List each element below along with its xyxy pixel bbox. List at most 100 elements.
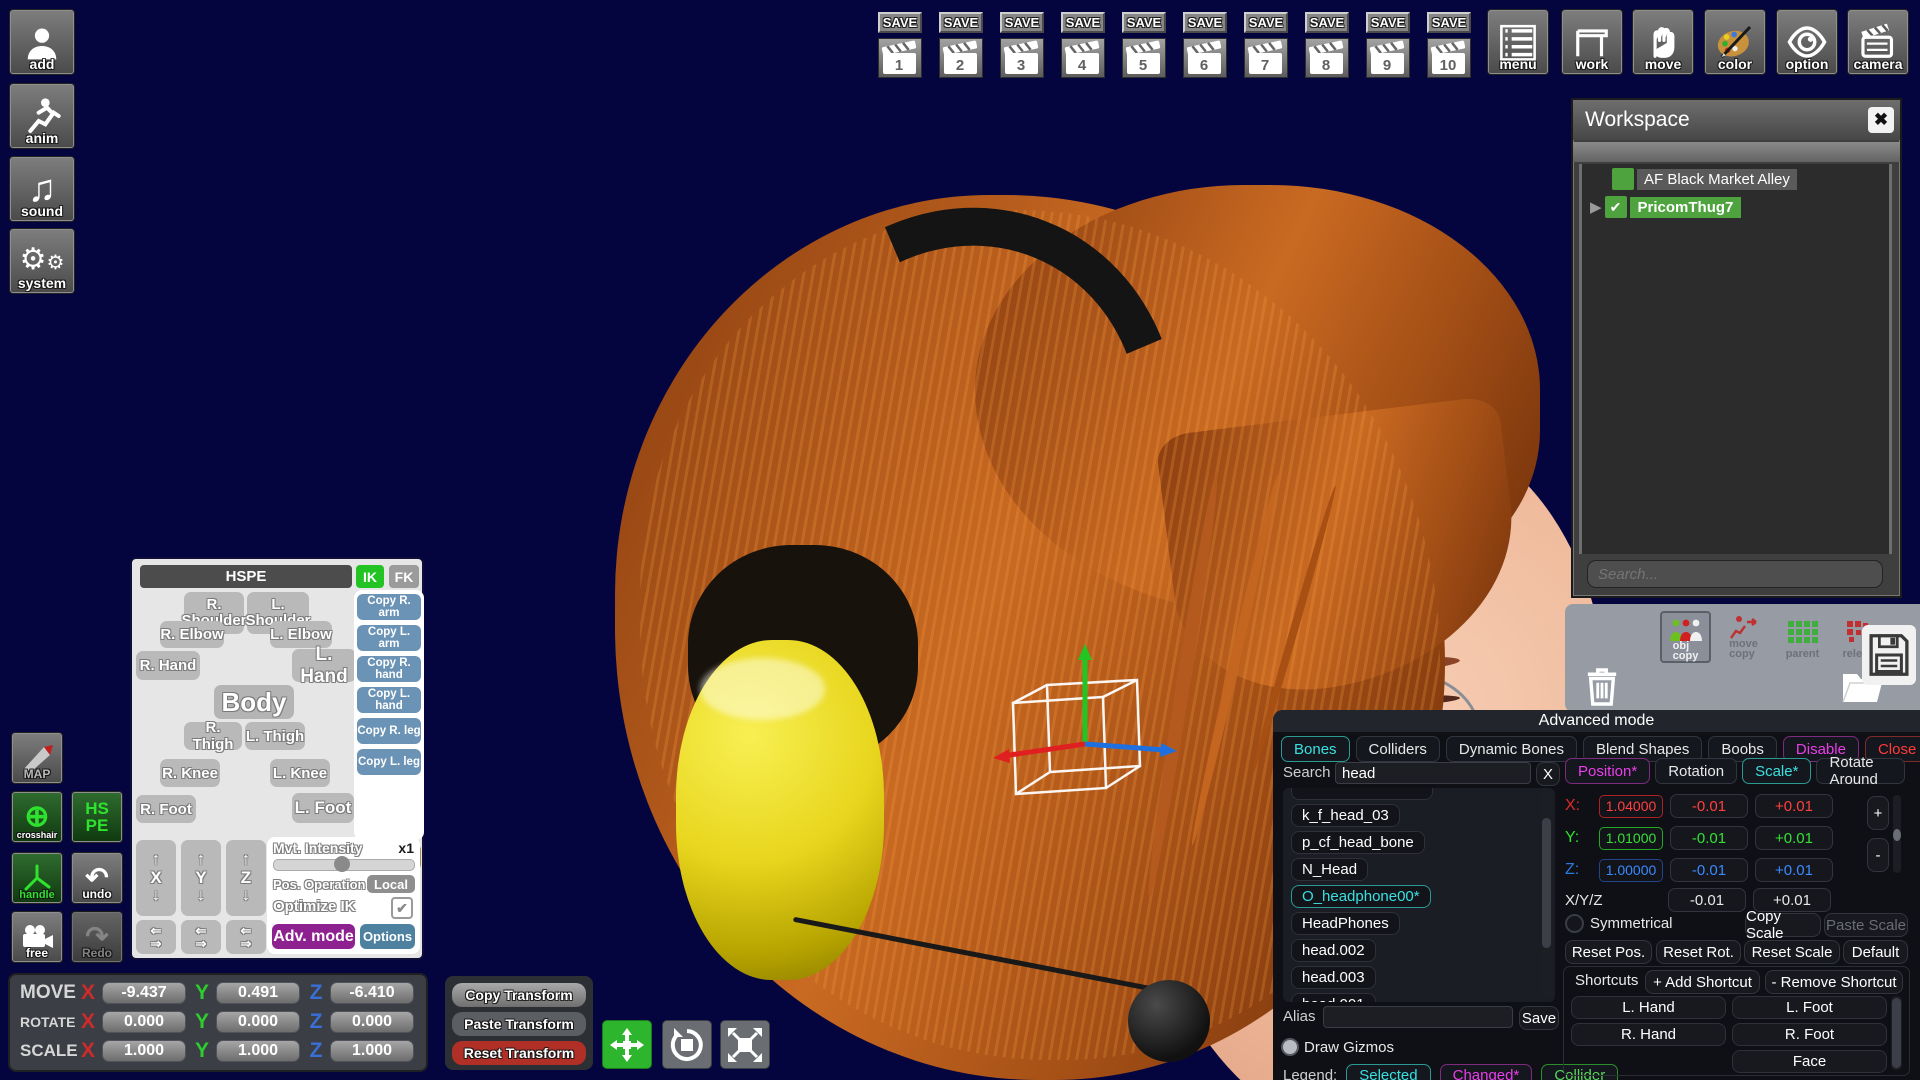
alias-save-button[interactable]: Save	[1519, 1006, 1559, 1030]
shortcut-button[interactable]: R. Hand	[1571, 1023, 1726, 1046]
bone-list-item[interactable]	[1291, 788, 1433, 800]
draw-gizmos-toggle[interactable]: Draw Gizmos	[1281, 1038, 1394, 1056]
y-decrement-button[interactable]: -0.01	[1670, 826, 1748, 850]
bone-list-item[interactable]: head.002	[1291, 939, 1376, 962]
bone-list-item[interactable]: HeadPhones	[1291, 912, 1400, 935]
option-button[interactable]: option	[1777, 10, 1837, 74]
optimize-ik-checkbox[interactable]: ✔	[391, 897, 413, 919]
scale-x-value[interactable]: 1.000	[102, 1040, 186, 1062]
bone-list-scrollbar[interactable]	[1541, 792, 1552, 998]
workspace-search-input[interactable]	[1587, 560, 1883, 588]
bone-r-knee[interactable]: R. Knee	[160, 759, 220, 787]
clapperboard-icon[interactable]: 9	[1366, 38, 1410, 78]
fk-tab[interactable]: FK	[389, 565, 419, 588]
reset-pos-button[interactable]: Reset Pos.	[1565, 940, 1652, 964]
ik-tab[interactable]: IK	[356, 565, 384, 588]
save-button[interactable]: SAVE	[1427, 12, 1471, 33]
copy-transform-button[interactable]: Copy Transform	[452, 983, 586, 1007]
bone-list-item[interactable]: p_cf_head_bone	[1291, 831, 1425, 854]
rotate-y-value[interactable]: 0.000	[216, 1011, 300, 1033]
axis-z-stepper[interactable]: ↑ Z ↓	[226, 840, 266, 916]
save-button[interactable]: SAVE	[1061, 12, 1105, 33]
save-button[interactable]: SAVE	[878, 12, 922, 33]
x-increment-button[interactable]: +0.01	[1755, 794, 1833, 818]
axis-y-lr-stepper[interactable]: ⇐ ⇒	[181, 920, 221, 954]
xyz-decrement-button[interactable]: -0.01	[1668, 888, 1746, 912]
bone-l-thigh[interactable]: L. Thigh	[245, 722, 305, 750]
sound-button[interactable]: ♫ sound	[10, 157, 74, 221]
reset-rot-button[interactable]: Reset Rot.	[1656, 940, 1741, 964]
bone-r-foot[interactable]: R. Foot	[136, 795, 196, 823]
save-button[interactable]: SAVE	[1305, 12, 1349, 33]
reset-transform-button[interactable]: Reset Transform	[452, 1041, 586, 1065]
pos-operation-mode-button[interactable]: Local	[367, 875, 415, 893]
x-value-input[interactable]: 1.04000	[1599, 795, 1663, 818]
transform-gizmo[interactable]	[985, 630, 1215, 835]
slider-knob[interactable]	[1893, 829, 1901, 841]
bone-l-foot[interactable]: L. Foot	[292, 793, 354, 823]
workspace-item-character[interactable]: ▶ ✔ PricomThug7	[1590, 196, 1741, 218]
advanced-tab[interactable]: Dynamic Bones	[1446, 736, 1577, 762]
default-button[interactable]: Default	[1843, 940, 1908, 964]
reset-scale-button[interactable]: Reset Scale	[1744, 940, 1840, 964]
clapperboard-icon[interactable]: 6	[1183, 38, 1227, 78]
shortcut-button[interactable]: R. Foot	[1732, 1023, 1887, 1046]
mode-tab[interactable]: Scale*	[1742, 758, 1811, 784]
gizmo-scale-mode-button[interactable]	[720, 1020, 770, 1069]
crosshair-button[interactable]: ⊕ crosshair	[12, 792, 62, 842]
remove-shortcut-button[interactable]: - Remove Shortcut	[1765, 970, 1903, 994]
slider-knob[interactable]	[334, 856, 350, 872]
bone-list-item[interactable]: head.001	[1291, 993, 1376, 1002]
copy-pose-button[interactable]: Copy L. arm	[357, 625, 421, 651]
symmetrical-toggle[interactable]: Symmetrical	[1565, 914, 1673, 933]
handle-button[interactable]: handle	[12, 853, 62, 903]
copy-pose-button[interactable]: Copy R. leg	[357, 718, 421, 744]
system-button[interactable]: ⚙⚙ system	[10, 229, 74, 293]
copy-pose-button[interactable]: Copy R. arm	[357, 594, 421, 620]
axis-x-stepper[interactable]: ↑ X ↓	[136, 840, 176, 916]
undo-button[interactable]: ↶ undo	[72, 853, 122, 903]
clapperboard-icon[interactable]: 5	[1122, 38, 1166, 78]
bone-body[interactable]: Body	[214, 685, 294, 719]
clapperboard-icon[interactable]: 4	[1061, 38, 1105, 78]
scale-y-value[interactable]: 1.000	[216, 1040, 300, 1062]
decrease-button[interactable]: -	[1867, 838, 1889, 872]
free-camera-button[interactable]: free	[12, 912, 62, 962]
workspace-tree[interactable]: AF Black Market Alley ▶ ✔ PricomThug7	[1579, 164, 1892, 554]
axis-z-lr-stepper[interactable]: ⇐ ⇒	[226, 920, 266, 954]
scrollbar-thumb[interactable]	[1892, 998, 1901, 1068]
advanced-mode-header[interactable]: Advanced mode	[1273, 710, 1920, 732]
map-button[interactable]: MAP	[12, 733, 62, 783]
x-decrement-button[interactable]: -0.01	[1670, 794, 1748, 818]
save-button[interactable]: SAVE	[939, 12, 983, 33]
y-value-input[interactable]: 1.01000	[1599, 827, 1663, 850]
copy-scale-button[interactable]: Copy Scale	[1745, 913, 1821, 937]
bone-list-item[interactable]: O_headphone00*	[1291, 885, 1431, 908]
shortcut-button[interactable]: L. Hand	[1571, 996, 1726, 1019]
add-shortcut-button[interactable]: + Add Shortcut	[1645, 970, 1760, 994]
gizmo-rotate-mode-button[interactable]	[662, 1020, 712, 1069]
move-x-value[interactable]: -9.437	[102, 982, 186, 1004]
add-button[interactable]: add	[10, 10, 74, 74]
gizmo-move-mode-button[interactable]	[602, 1020, 652, 1069]
options-button[interactable]: Options	[360, 924, 415, 949]
mvt-intensity-slider[interactable]	[273, 859, 415, 871]
value-slider[interactable]	[1893, 795, 1901, 873]
z-increment-button[interactable]: +0.01	[1755, 858, 1833, 882]
clapperboard-icon[interactable]: 1	[878, 38, 922, 78]
shortcut-button[interactable]: L. Foot	[1732, 996, 1887, 1019]
z-decrement-button[interactable]: -0.01	[1670, 858, 1748, 882]
save-button[interactable]: SAVE	[1244, 12, 1288, 33]
save-button[interactable]: SAVE	[1183, 12, 1227, 33]
adv-mode-button[interactable]: Adv. mode	[272, 924, 355, 949]
paste-transform-button[interactable]: Paste Transform	[452, 1012, 586, 1036]
move-copy-button[interactable]: movecopy	[1720, 611, 1767, 659]
alias-input[interactable]	[1323, 1006, 1513, 1028]
workspace-item-map[interactable]: AF Black Market Alley	[1612, 168, 1797, 190]
clapperboard-icon[interactable]: 10	[1427, 38, 1471, 78]
anim-button[interactable]: anim	[10, 84, 74, 148]
bone-r-hand[interactable]: R. Hand	[136, 651, 200, 680]
mode-tab[interactable]: Rotation	[1655, 758, 1737, 784]
copy-pose-button[interactable]: Copy L. hand	[357, 687, 421, 713]
mode-tab[interactable]: Position*	[1565, 758, 1650, 784]
